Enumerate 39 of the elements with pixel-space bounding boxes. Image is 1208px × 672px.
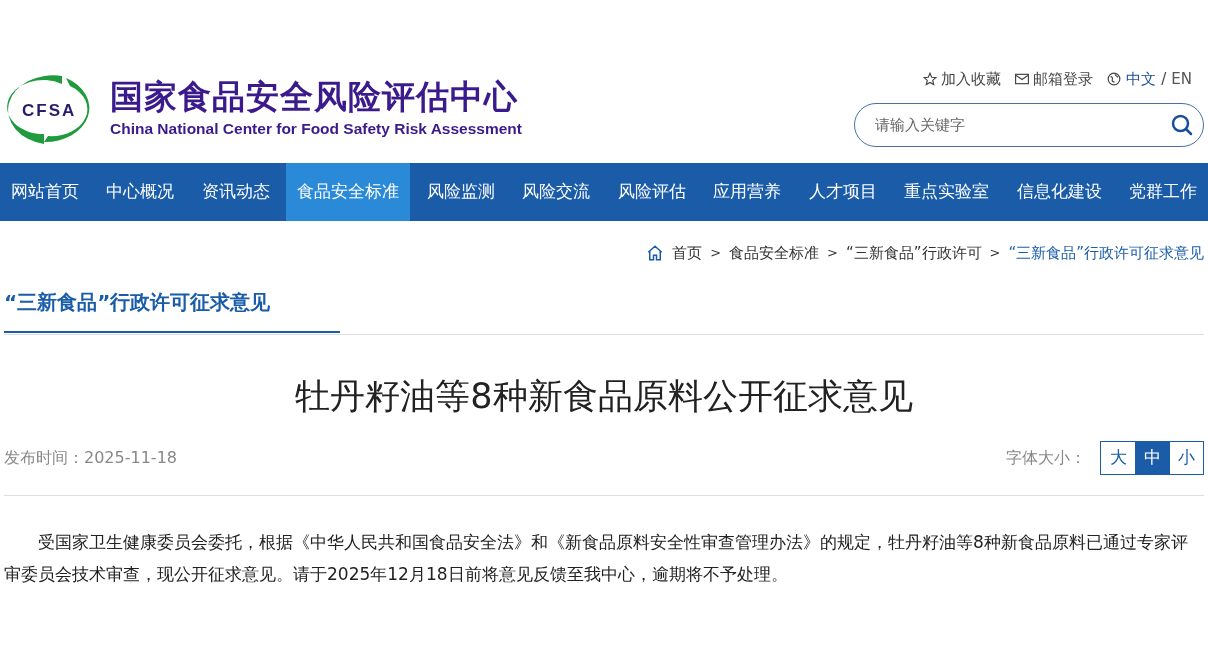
- breadcrumb-separator: >: [989, 244, 1001, 263]
- breadcrumb-separator: >: [710, 244, 722, 263]
- nav-tab[interactable]: 中心概况: [95, 163, 186, 221]
- breadcrumb-separator: >: [827, 244, 838, 263]
- nav-tab[interactable]: 资讯动态: [190, 163, 281, 221]
- site-title: 国家食品安全风险评估中心: [110, 77, 519, 118]
- nav-tab[interactable]: 风险评估: [606, 163, 697, 221]
- nav-tab[interactable]: 网站首页: [0, 163, 90, 221]
- nav-tab[interactable]: 党群工作: [1118, 163, 1208, 221]
- nav-tab[interactable]: 人才项目: [797, 163, 888, 221]
- nav-tab[interactable]: 信息化建设: [1005, 163, 1113, 221]
- nav-tab[interactable]: 应用营养: [702, 163, 793, 221]
- mail-link[interactable]: 邮箱登录: [1015, 68, 1094, 91]
- publish-date: 发布时间：2025-11-18: [4, 447, 177, 469]
- breadcrumb-link[interactable]: 食品安全标准: [729, 241, 820, 265]
- language-link[interactable]: 中文: [1126, 68, 1157, 91]
- breadcrumb-link[interactable]: “三新食品”行政许可: [846, 241, 982, 265]
- home-icon: [646, 244, 665, 262]
- nav-tab[interactable]: 风险监测: [415, 163, 506, 221]
- search-field[interactable]: 请输入关键字: [854, 102, 1204, 147]
- breadcrumb-link[interactable]: “三新食品”行政许可征求意见: [1008, 241, 1204, 265]
- font-size-label: 字体大小：: [1006, 447, 1086, 469]
- star-icon: [923, 72, 938, 87]
- logo-text: CFSA: [22, 100, 77, 122]
- globe-icon: [1107, 72, 1122, 87]
- language-separator: /: [1161, 69, 1167, 90]
- section-title: “三新食品”行政许可征求意见: [4, 285, 340, 333]
- article-body: 受国家卫生健康委员会委托，根据《中华人民共和国食品安全法》和《新食品原料安全性审查管理办法》的规定，牡丹籽油等8种新食品原料已通过专家评审委员会技术审查，现公开征求意见。请于2025年12月18日前将意见反馈至我中心，逾期将不予处理。: [4, 531, 1189, 586]
- search-icon[interactable]: [1170, 112, 1194, 137]
- font-size-button[interactable]: 中: [1135, 442, 1169, 474]
- article-title: 牡丹籽油等8种新食品原料公开征求意见: [294, 375, 914, 418]
- envelope-icon: [1015, 73, 1030, 86]
- nav-tab[interactable]: 食品安全标准: [286, 163, 411, 221]
- site-subtitle: China National Center for Food Safety Risk Assessment: [110, 119, 522, 140]
- nav-tab[interactable]: 重点实验室: [893, 163, 1001, 221]
- nav-tab[interactable]: 风险交流: [511, 163, 602, 221]
- favorite-link[interactable]: 加入收藏: [923, 68, 1002, 91]
- breadcrumb-link[interactable]: 首页: [672, 241, 703, 265]
- language-link[interactable]: EN: [1171, 68, 1192, 91]
